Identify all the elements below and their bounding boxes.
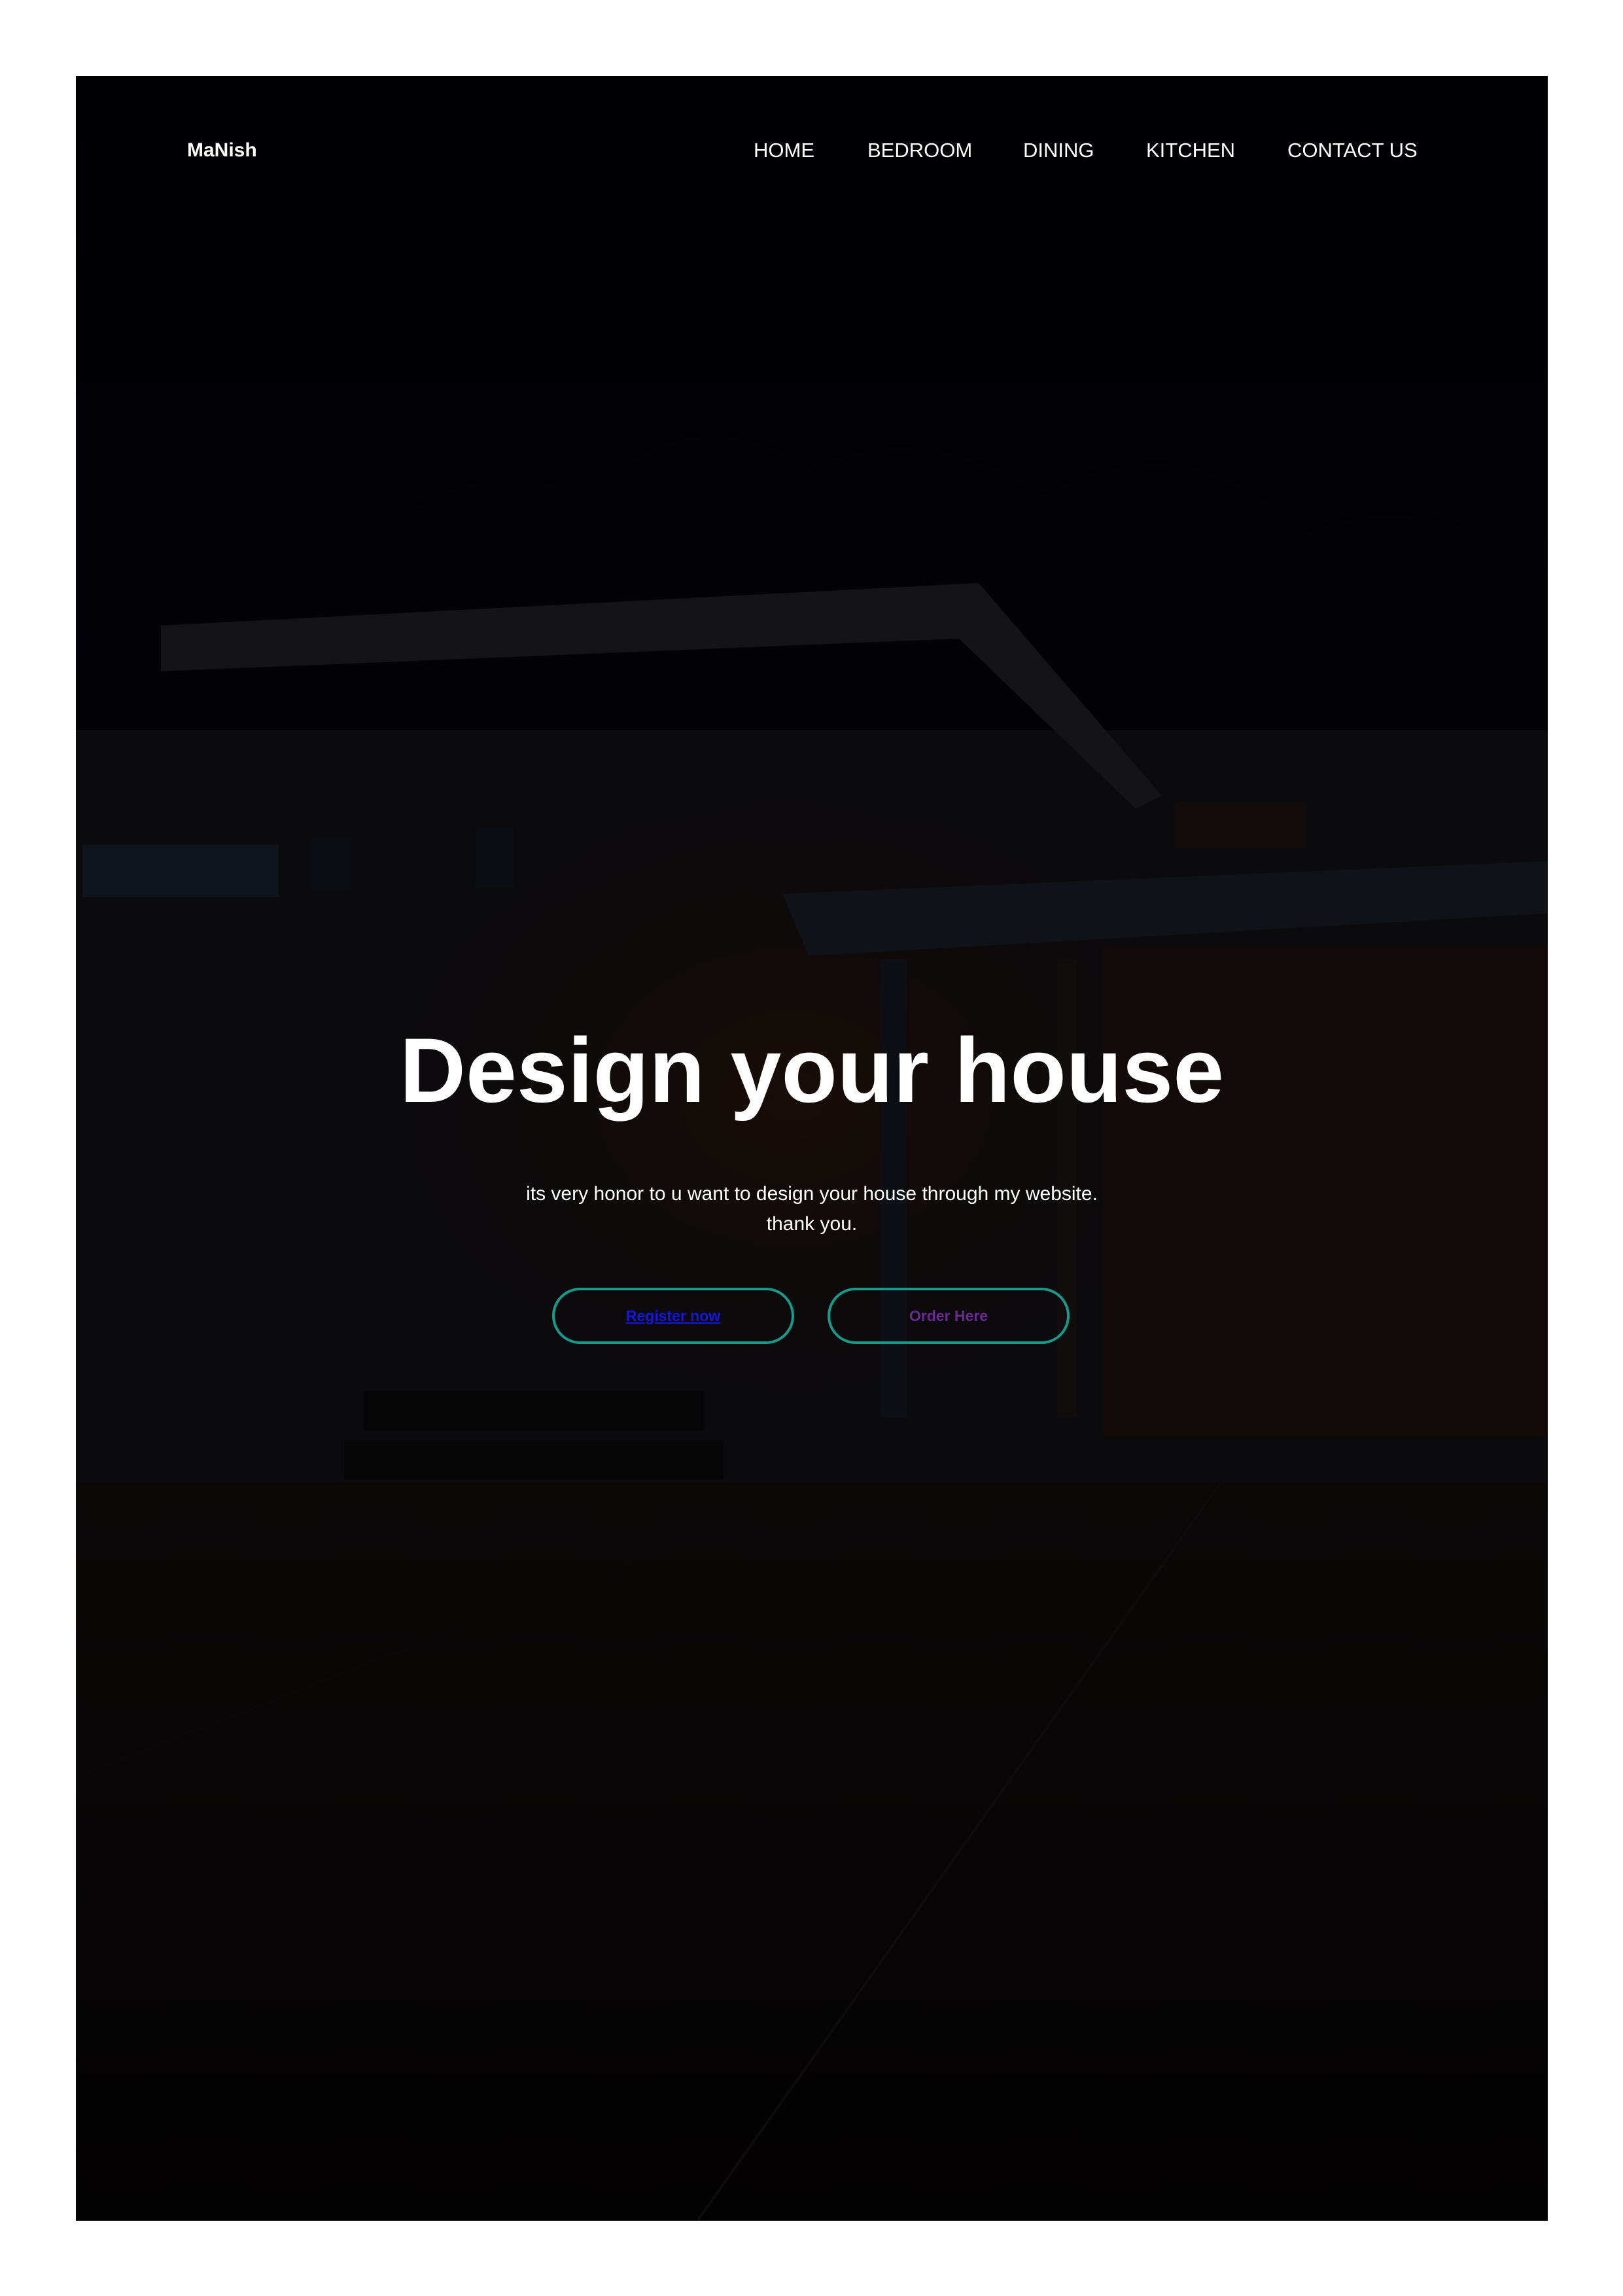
- hero-title: Design your house: [399, 1019, 1225, 1122]
- nav-contact-us[interactable]: CONTACT US: [1287, 137, 1418, 164]
- main-nav: HOME BEDROOM DINING KITCHEN CONTACT US: [76, 137, 1548, 164]
- nav-home[interactable]: HOME: [754, 137, 814, 164]
- nav-dining[interactable]: DINING: [1023, 137, 1094, 164]
- hero-description-line: thank you.: [766, 1213, 858, 1235]
- hero-section: MaNish HOME BEDROOM DINING KITCHEN CONTA…: [76, 76, 1548, 2221]
- hero-description: its very honor to u want to design your …: [76, 1179, 1548, 1239]
- nav-bedroom[interactable]: BEDROOM: [867, 137, 972, 164]
- register-now-button[interactable]: Register now: [552, 1288, 794, 1344]
- order-here-button[interactable]: Order Here: [828, 1288, 1070, 1344]
- nav-kitchen[interactable]: KITCHEN: [1146, 137, 1235, 164]
- hero-description-line: its very honor to u want to design your …: [526, 1183, 1098, 1205]
- house-background-image: [76, 76, 1548, 2221]
